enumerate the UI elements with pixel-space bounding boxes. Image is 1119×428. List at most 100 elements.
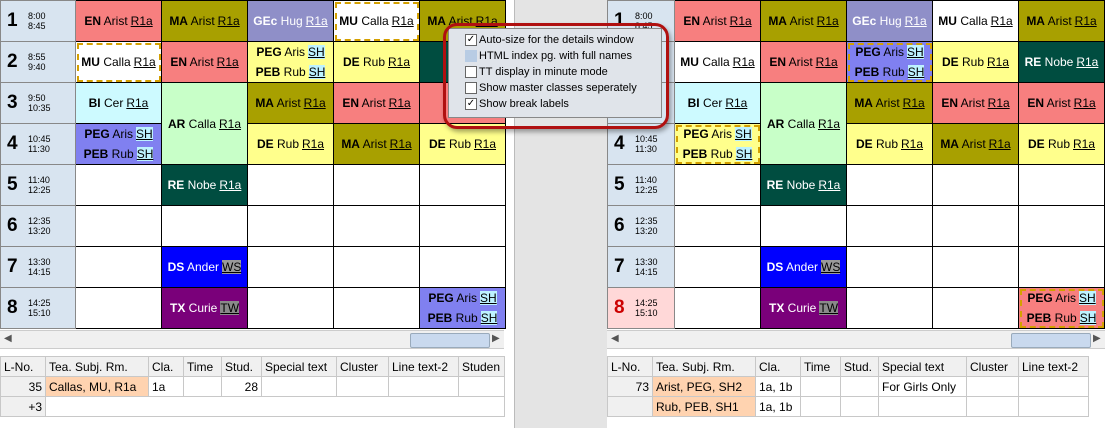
lesson-cell-selected[interactable]: MU Calla R1a — [75, 41, 162, 83]
empty-cell[interactable] — [333, 287, 420, 329]
empty-cell[interactable] — [760, 205, 847, 247]
empty-cell[interactable] — [419, 205, 506, 247]
lesson-cell[interactable]: PEG Aris SH PEB Rub SH — [419, 287, 506, 329]
empty-cell[interactable] — [75, 205, 162, 247]
scroll-thumb[interactable] — [410, 333, 490, 348]
empty-cell[interactable] — [1018, 205, 1105, 247]
scroll-left-arrow-icon[interactable]: ◀ — [4, 333, 12, 344]
empty-cell[interactable] — [932, 287, 1019, 329]
column-header[interactable]: Time — [183, 356, 222, 377]
empty-cell[interactable] — [932, 164, 1019, 206]
lesson-cell-selected[interactable]: PEG Aris SH PEB Rub SH — [1018, 287, 1105, 329]
lesson-cell[interactable]: EN Arist R1a — [674, 0, 761, 42]
empty-cell[interactable] — [333, 246, 420, 288]
lesson-cell[interactable]: MA Arist R1a — [932, 123, 1019, 165]
column-header[interactable]: Cla. — [148, 356, 184, 377]
lesson-cell[interactable]: RE Nobe R1a — [1018, 41, 1105, 83]
empty-cell[interactable] — [161, 205, 248, 247]
empty-cell[interactable] — [247, 287, 334, 329]
empty-cell[interactable] — [247, 205, 334, 247]
lesson-cell[interactable]: RE Nobe R1a — [760, 164, 847, 206]
lesson-cell-selected[interactable]: PEG Aris SH PEB Rub SH — [846, 41, 933, 83]
lesson-cell[interactable]: DS Ander WS — [161, 246, 248, 288]
lesson-cell[interactable]: EN Arist R1a — [760, 41, 847, 83]
column-header[interactable]: Special text — [261, 356, 337, 377]
scroll-thumb[interactable] — [1011, 333, 1091, 348]
empty-cell[interactable] — [333, 205, 420, 247]
lesson-cell[interactable]: TX Curie TW — [760, 287, 847, 329]
empty-cell[interactable] — [846, 205, 933, 247]
column-header[interactable]: Tea. Subj. Rm. — [45, 356, 149, 377]
column-header[interactable]: Stud. — [221, 356, 262, 377]
lesson-cell[interactable]: DE Rub R1a — [247, 123, 334, 165]
lesson-cell[interactable]: MA Arist R1a — [760, 0, 847, 42]
empty-cell[interactable] — [75, 287, 162, 329]
scroll-right-arrow-icon[interactable]: ▶ — [492, 333, 500, 344]
empty-cell[interactable] — [846, 164, 933, 206]
lesson-cell[interactable]: EN Arist R1a — [1018, 82, 1105, 124]
column-header[interactable]: Line text-2 — [1018, 356, 1089, 377]
lesson-cell-selected[interactable]: PEG Aris SH PEB Rub SH — [674, 123, 761, 165]
lesson-cell[interactable]: GEc Hug R1a — [846, 0, 933, 42]
table-row[interactable]: +3 — [0, 396, 505, 417]
lesson-cell[interactable]: AR Calla R1a — [161, 82, 248, 165]
column-header[interactable]: Line text-2 — [388, 356, 459, 377]
lesson-cell[interactable]: PEG Aris SH PEB Rub SH — [247, 41, 334, 83]
column-header[interactable]: Tea. Subj. Rm. — [652, 356, 756, 377]
column-header[interactable]: L-No. — [607, 356, 653, 377]
lesson-cell[interactable]: BI Cer R1a — [674, 82, 761, 124]
lesson-cell[interactable]: DS Ander WS — [760, 246, 847, 288]
right-horizontal-scrollbar[interactable]: ◀ ▶ — [607, 330, 1105, 349]
column-header[interactable]: Cluster — [336, 356, 389, 377]
column-header[interactable]: Cluster — [966, 356, 1019, 377]
lesson-cell[interactable]: MU Calla R1a — [674, 41, 761, 83]
lesson-cell[interactable]: AR Calla R1a — [760, 82, 847, 165]
table-row[interactable]: 35 Callas, MU, R1a 1a 28 — [0, 376, 505, 397]
column-header[interactable]: Time — [800, 356, 841, 377]
empty-cell[interactable] — [419, 246, 506, 288]
lesson-cell[interactable]: MA Arist R1a — [333, 123, 420, 165]
column-header[interactable]: Studen — [458, 356, 505, 377]
lesson-cell[interactable]: DE Rub R1a — [1018, 123, 1105, 165]
empty-cell[interactable] — [247, 246, 334, 288]
column-header[interactable]: Stud. — [840, 356, 879, 377]
lesson-cell[interactable]: MA Arist R1a — [161, 0, 248, 42]
empty-cell[interactable] — [932, 205, 1019, 247]
lesson-cell[interactable]: DE Rub R1a — [333, 41, 420, 83]
lesson-cell[interactable]: MA Arist R1a — [846, 82, 933, 124]
empty-cell[interactable] — [75, 164, 162, 206]
empty-cell[interactable] — [674, 164, 761, 206]
empty-cell[interactable] — [247, 164, 334, 206]
empty-cell[interactable] — [846, 287, 933, 329]
lesson-cell[interactable]: RE Nobe R1a — [161, 164, 248, 206]
lesson-cell[interactable]: DE Rub R1a — [419, 123, 506, 165]
lesson-cell[interactable]: EN Arist R1a — [161, 41, 248, 83]
column-header[interactable]: Special text — [878, 356, 967, 377]
empty-cell[interactable] — [674, 246, 761, 288]
empty-cell[interactable] — [419, 164, 506, 206]
lesson-cell[interactable]: BI Cer R1a — [75, 82, 162, 124]
lesson-cell[interactable]: GEc Hug R1a — [247, 0, 334, 42]
empty-cell[interactable] — [333, 164, 420, 206]
lesson-cell[interactable]: MA Arist R1a — [247, 82, 334, 124]
empty-cell[interactable] — [674, 287, 761, 329]
lesson-cell[interactable]: EN Arist R1a — [75, 0, 162, 42]
lesson-cell[interactable]: EN Arist R1a — [932, 82, 1019, 124]
left-horizontal-scrollbar[interactable]: ◀ ▶ — [0, 330, 504, 349]
empty-cell[interactable] — [1018, 246, 1105, 288]
lesson-cell-selected[interactable]: MU Calla R1a — [333, 0, 420, 42]
empty-cell[interactable] — [932, 246, 1019, 288]
column-header[interactable]: Cla. — [755, 356, 801, 377]
lesson-cell[interactable]: TX Curie TW — [161, 287, 248, 329]
empty-cell[interactable] — [75, 246, 162, 288]
lesson-cell[interactable]: EN Arist R1a — [333, 82, 420, 124]
lesson-cell[interactable]: DE Rub R1a — [932, 41, 1019, 83]
table-row[interactable]: Rub, PEB, SH1 1a, 1b — [607, 396, 1089, 417]
lesson-cell[interactable]: DE Rub R1a — [846, 123, 933, 165]
lesson-cell[interactable]: MA Arist R1a — [1018, 0, 1105, 42]
lesson-cell[interactable]: PEG Aris SH PEB Rub SH — [75, 123, 162, 165]
empty-cell[interactable] — [674, 205, 761, 247]
empty-cell[interactable] — [1018, 164, 1105, 206]
lesson-cell[interactable]: MU Calla R1a — [932, 0, 1019, 42]
scroll-right-arrow-icon[interactable]: ▶ — [1093, 333, 1101, 344]
